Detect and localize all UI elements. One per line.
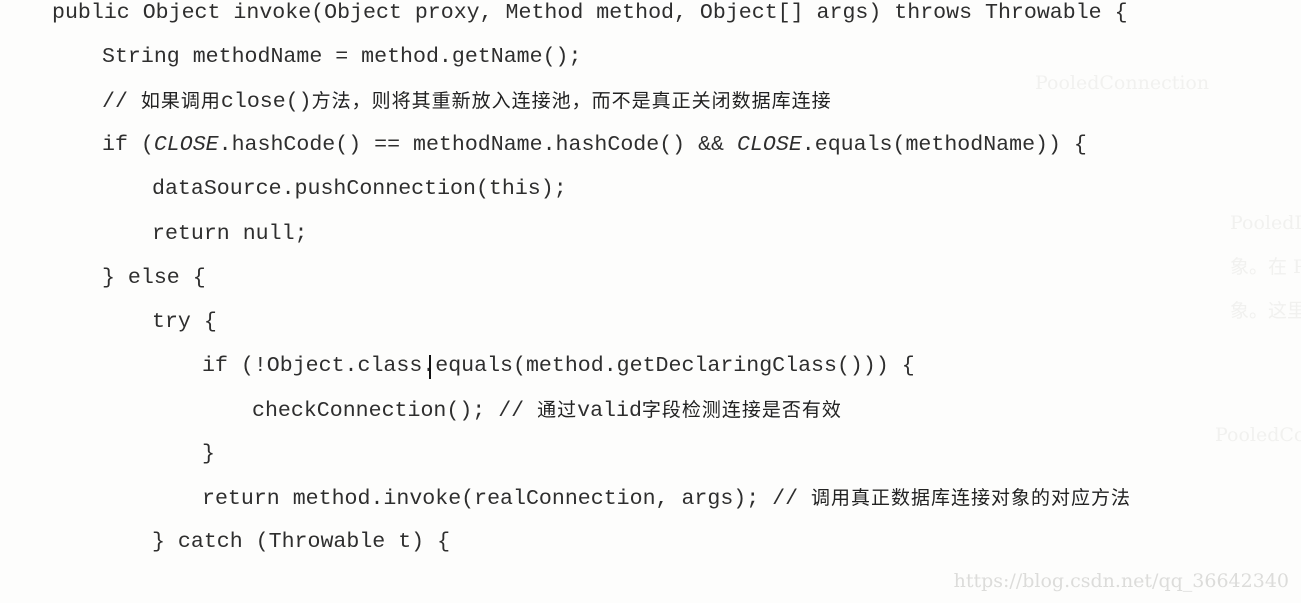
code-text: try {	[152, 309, 217, 334]
code-line: return null;	[152, 219, 308, 249]
csdn-watermark: https://blog.csdn.net/qq_36642340	[953, 570, 1289, 592]
chinese-comment-text: 方法，则将其重新放入连接池，而不是真正关闭数据库连接	[311, 90, 832, 113]
code-line: checkConnection(); // 通过valid字段检测连接是否有效	[252, 395, 842, 425]
code-line: String methodName = method.getName();	[102, 42, 581, 72]
code-line: // 如果调用close()方法，则将其重新放入连接池，而不是真正关闭数据库连接	[102, 86, 832, 116]
code-text: } else {	[102, 265, 206, 290]
code-text: valid	[577, 398, 642, 423]
code-line: return method.invoke(realConnection, arg…	[202, 483, 1131, 513]
chinese-comment-text: 调用真正数据库连接对象的对应方法	[811, 487, 1132, 510]
code-line: if (CLOSE.hashCode() == methodName.hashC…	[102, 130, 1087, 160]
code-text: return method.invoke(realConnection, arg…	[202, 487, 812, 512]
bleed-through-text: 象。在 PooledConnection 中封装了真正的数据库连接对象（java…	[1230, 256, 1301, 278]
code-text: checkConnection(); //	[252, 398, 538, 423]
code-text: dataSource.pushConnection(this);	[152, 177, 567, 202]
code-line: } catch (Throwable t) {	[152, 527, 450, 557]
code-text: .hashCode() == methodName.hashCode() &&	[218, 133, 737, 158]
bleed-through-text: 象。这里代理对象是通过 JDK 动态代理产生的，PooledConnection…	[1230, 300, 1301, 322]
code-text: if (	[102, 133, 154, 158]
bleed-through-text: PooledConnection	[1035, 72, 1210, 94]
constant-identifier: CLOSE	[736, 133, 802, 158]
chinese-comment-text: 字段检测连接是否有效	[641, 398, 842, 421]
code-line: }	[202, 439, 215, 469]
code-text: if (!Object.class.equals(method.getDecla…	[202, 353, 915, 378]
code-text: }	[202, 442, 215, 466]
code-text: //	[102, 90, 141, 115]
code-line: public Object invoke(Object proxy, Metho…	[52, 0, 1128, 28]
bleed-through-text: PooledDataSource 中管理的真正的 java.sql.Connec…	[1230, 212, 1301, 234]
code-text: } catch (Throwable t) {	[152, 530, 451, 555]
code-line: } else {	[102, 263, 206, 293]
constant-identifier: CLOSE	[153, 133, 219, 158]
chinese-comment-text: 如果调用	[140, 90, 221, 113]
code-line: try {	[152, 307, 217, 337]
chinese-comment-text: 通过	[537, 398, 578, 421]
scanned-book-page: PooledConnection PooledDataSource 中管理的真正…	[0, 0, 1301, 603]
code-text: .equals(methodName)) {	[801, 133, 1087, 158]
code-line: if (!Object.class.equals(method.getDecla…	[202, 351, 915, 381]
text-cursor	[429, 355, 431, 379]
bleed-through-text: PooledConnection 中的核心字段如下：	[1215, 424, 1301, 446]
code-text: String methodName = method.getName();	[102, 45, 582, 70]
code-text: close()	[220, 90, 312, 115]
code-line: dataSource.pushConnection(this);	[152, 174, 567, 204]
code-text: return null;	[152, 221, 308, 246]
code-text: public Object invoke(Object proxy, Metho…	[52, 1, 1128, 25]
